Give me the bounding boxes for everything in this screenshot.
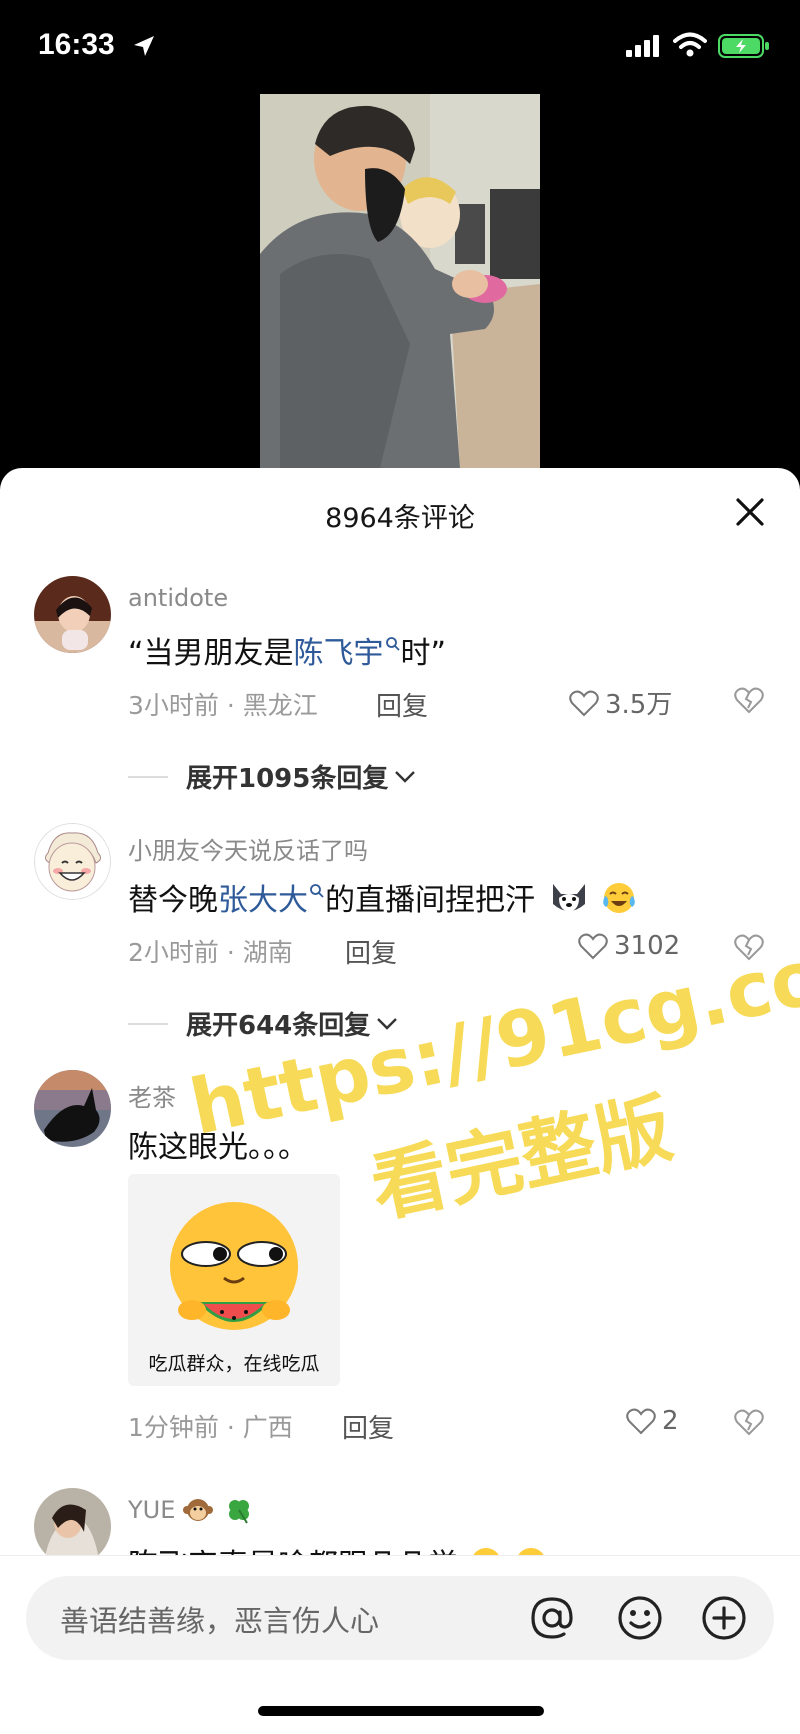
comment-input-bar: 善语结善缘，恶言伤人心 [0, 1555, 800, 1734]
mention-link[interactable]: 张大大 [218, 883, 308, 918]
sticker-image[interactable]: 吃瓜群众，在线吃瓜 [128, 1174, 340, 1386]
clover-emoji [228, 1500, 249, 1524]
mention-link[interactable]: 陈飞宇 [294, 636, 384, 671]
like-button[interactable]: 3102 [578, 931, 680, 961]
comment-username[interactable]: 老茶 [128, 1078, 176, 1113]
home-indicator[interactable] [258, 1706, 544, 1716]
avatar[interactable] [34, 823, 111, 900]
video-player[interactable] [260, 94, 540, 468]
reply-button[interactable]: 回复 [342, 1408, 394, 1445]
emoji-icon[interactable] [616, 1594, 664, 1642]
comment-count-title: 8964条评论 [325, 503, 475, 534]
username-text: YUE [128, 1496, 176, 1524]
status-time: 16:33 [38, 28, 115, 61]
comment-username[interactable]: 小朋友今天说反话了吗 [128, 831, 368, 866]
broken-heart-icon[interactable] [734, 686, 764, 714]
expand-label: 展开1095条回复 [186, 764, 389, 794]
close-icon[interactable] [730, 492, 770, 532]
comment-username[interactable]: YUE [128, 1496, 253, 1524]
sticker-caption: 吃瓜群众，在线吃瓜 [148, 1353, 320, 1375]
like-button[interactable]: 2 [626, 1406, 679, 1436]
comment-username[interactable]: antidote [128, 584, 228, 612]
chevron-down-icon [377, 1017, 398, 1030]
avatar[interactable] [34, 1070, 111, 1147]
wifi-icon [673, 32, 707, 57]
tears-of-joy-emoji [603, 883, 635, 913]
divider [128, 1022, 168, 1025]
like-count: 2 [662, 1406, 679, 1436]
search-icon[interactable] [309, 883, 325, 899]
comment-text-part: 时” [400, 636, 447, 671]
expand-label: 展开644条回复 [186, 1011, 371, 1041]
like-count: 3.5万 [605, 690, 673, 720]
comment-text: 替今晚张大大 的直播间捏把汗 [128, 875, 638, 919]
monkey-emoji [183, 1499, 214, 1521]
at-mention-icon[interactable] [528, 1594, 576, 1642]
expand-replies-button[interactable]: 展开1095条回复 [128, 758, 416, 795]
reply-button[interactable]: 回复 [345, 933, 397, 970]
comment-text: “当男朋友是陈飞宇 时” [128, 628, 446, 672]
chevron-down-icon [395, 770, 416, 783]
husky-emoji [552, 884, 585, 912]
heart-icon [626, 1408, 656, 1435]
comment-meta: 3小时前 · 黑龙江 [128, 691, 318, 720]
comment-input[interactable]: 善语结善缘，恶言伤人心 [26, 1576, 774, 1660]
heart-icon [569, 690, 599, 716]
broken-heart-icon[interactable] [734, 1408, 764, 1436]
broken-heart-icon[interactable] [734, 933, 764, 961]
comments-sheet: 8964条评论 antidote “当男朋友是陈飞宇 时” 3小时前 · 黑龙江 … [0, 468, 800, 1733]
video-frame [260, 94, 540, 468]
expand-replies-button[interactable]: 展开644条回复 [128, 1005, 398, 1042]
melon-eating-emoji [170, 1202, 298, 1330]
comment-meta: 1分钟前 · 广西 [128, 1413, 293, 1442]
add-icon[interactable] [700, 1594, 748, 1642]
like-button[interactable]: 3.5万 [569, 684, 672, 721]
like-count: 3102 [614, 931, 681, 961]
battery-charging-icon [718, 34, 769, 58]
heart-icon [578, 933, 608, 960]
reply-button[interactable]: 回复 [376, 686, 428, 723]
input-placeholder: 善语结善缘，恶言伤人心 [60, 1604, 380, 1638]
comment-text-part: 的直播间捏把汗 [325, 883, 535, 918]
location-arrow-icon [134, 36, 154, 56]
status-bar: 16:33 [0, 0, 800, 90]
avatar[interactable] [34, 576, 111, 653]
search-icon[interactable] [385, 636, 401, 652]
comment-text-part: 替今晚 [128, 883, 218, 918]
cellular-signal-icon [626, 35, 659, 57]
comment-text-part: “当男朋友是 [128, 636, 294, 671]
divider [128, 775, 168, 778]
comment-text: 陈这眼光。。。 [128, 1130, 308, 1165]
comment-meta: 2小时前 · 湖南 [128, 938, 293, 967]
